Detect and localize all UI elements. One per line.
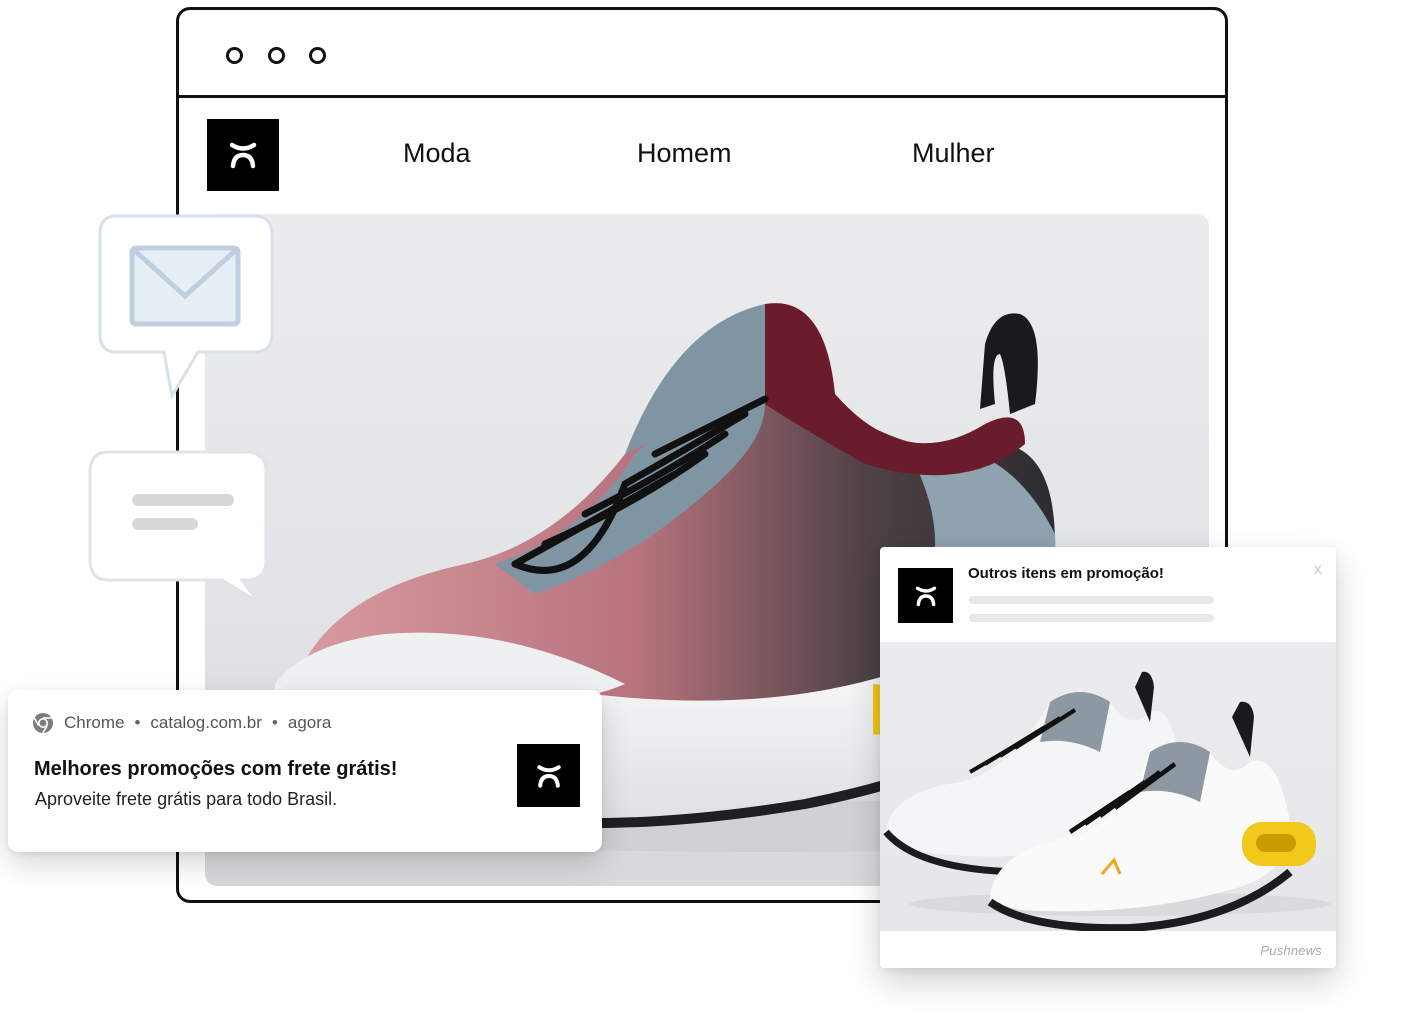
notification-separator: • xyxy=(134,713,141,732)
sneakers-pair-illustration xyxy=(883,671,1330,933)
push-notification[interactable]: Chrome • catalog.com.br • agora Melhores… xyxy=(8,690,602,852)
popup-placeholder-line xyxy=(969,614,1214,622)
nav-link-homem[interactable]: Homem xyxy=(637,138,732,169)
window-control-dot[interactable] xyxy=(226,47,243,64)
popup-placeholder-line xyxy=(969,596,1214,604)
site-logo[interactable] xyxy=(207,119,279,191)
chrome-icon xyxy=(33,713,53,734)
mail-icon xyxy=(129,245,241,327)
brand-logo-icon xyxy=(915,586,936,606)
notification-body: Aproveite frete grátis para todo Brasil. xyxy=(35,789,338,809)
notification-app: Chrome xyxy=(64,713,125,732)
popup-product-image[interactable] xyxy=(880,642,1336,933)
brand-logo-icon xyxy=(536,764,561,788)
notification-logo xyxy=(517,744,580,807)
pushnews-brand: Pushnews xyxy=(1260,943,1322,958)
notification-time: agora xyxy=(287,713,332,732)
window-control-dot[interactable] xyxy=(268,47,285,64)
browser-titlebar xyxy=(179,10,1225,98)
popup-logo xyxy=(898,568,953,623)
popup-close-button[interactable]: x xyxy=(1314,561,1322,579)
nav-link-moda[interactable]: Moda xyxy=(403,138,471,169)
notification-header: Chrome • catalog.com.br • agora xyxy=(32,712,331,734)
popup-title: Outros itens em promoção! xyxy=(968,565,1164,582)
notification-domain: catalog.com.br xyxy=(150,713,262,732)
nav-link-mulher[interactable]: Mulher xyxy=(912,138,995,169)
brand-logo-icon xyxy=(229,142,257,169)
promo-popup[interactable]: Outros itens em promoção! x Pushnews xyxy=(880,547,1336,968)
email-bubble xyxy=(98,214,274,400)
notification-title: Melhores promoções com frete grátis! xyxy=(34,758,398,780)
notification-separator: • xyxy=(271,713,278,732)
chat-bubble xyxy=(88,450,268,604)
window-control-dot[interactable] xyxy=(309,47,326,64)
